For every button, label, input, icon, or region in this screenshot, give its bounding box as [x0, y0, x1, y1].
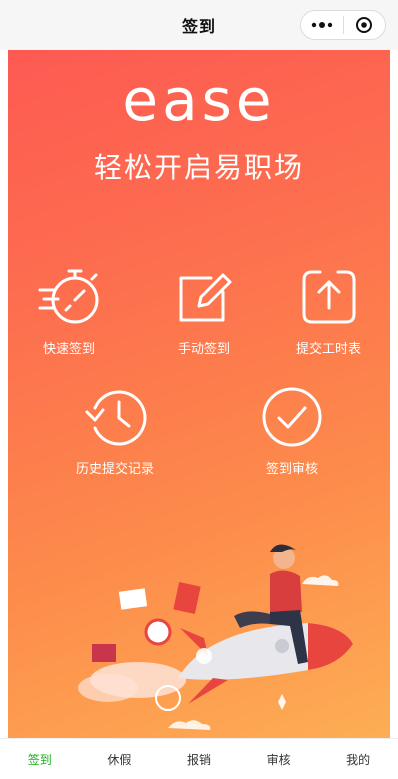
ease-logo-graphic: ease [122, 66, 275, 134]
tab-profile[interactable]: 我的 [318, 739, 398, 779]
quick-signin-label: 快速签到 [42, 342, 95, 357]
manual-signin-button[interactable]: 手动签到 [173, 266, 235, 357]
submit-timesheet-button[interactable]: 提交工时表 [296, 266, 361, 357]
clock-shape [196, 648, 212, 664]
red-document [173, 582, 201, 614]
close-miniprogram-button[interactable] [344, 11, 386, 39]
stopwatch-icon [38, 269, 99, 324]
history-records-button[interactable]: 历史提交记录 [76, 386, 154, 477]
paper-note [118, 588, 148, 610]
rocket-illustration [78, 544, 353, 730]
upload-icon [302, 270, 355, 324]
target-close-icon [356, 17, 373, 33]
page-title: 签到 [181, 17, 216, 36]
tab-review[interactable]: 审核 [239, 739, 319, 779]
alarm-clock-shape [144, 618, 172, 646]
tab-reimbursement[interactable]: 报销 [159, 739, 239, 779]
photo-frame [92, 644, 116, 662]
check-circle-icon [262, 387, 322, 447]
svg-text:ease: ease [122, 72, 275, 132]
tab-signin[interactable]: 签到 [0, 739, 80, 779]
quick-signin-button[interactable]: 快速签到 [36, 266, 102, 357]
home-banner: ease 轻松开启易职场 快速签到 手动签到 提交工时表 历史提交记录 签到审核 [8, 50, 390, 738]
tagline: 轻松开启易职场 [93, 151, 304, 184]
more-menu-button[interactable] [301, 11, 343, 39]
more-dots-icon [311, 22, 332, 28]
cloud-shape [302, 575, 339, 586]
tab-bar: 签到 休假 报销 审核 我的 [0, 738, 398, 779]
smoke-trail [78, 674, 138, 702]
submit-timesheet-label: 提交工时表 [296, 342, 362, 357]
tab-leave[interactable]: 休假 [80, 739, 160, 779]
brand-logo: ease [8, 66, 390, 136]
signin-review-button[interactable]: 签到审核 [260, 386, 324, 477]
manual-signin-label: 手动签到 [177, 342, 230, 357]
edit-icon [179, 273, 232, 322]
signin-review-label: 签到审核 [265, 462, 318, 477]
miniprogram-capsule [300, 10, 386, 40]
gear-shape [272, 694, 292, 710]
cloud-shape [168, 720, 211, 730]
history-icon [85, 390, 147, 446]
history-records-label: 历史提交记录 [76, 462, 155, 477]
navigation-bar: 签到 [0, 0, 398, 50]
